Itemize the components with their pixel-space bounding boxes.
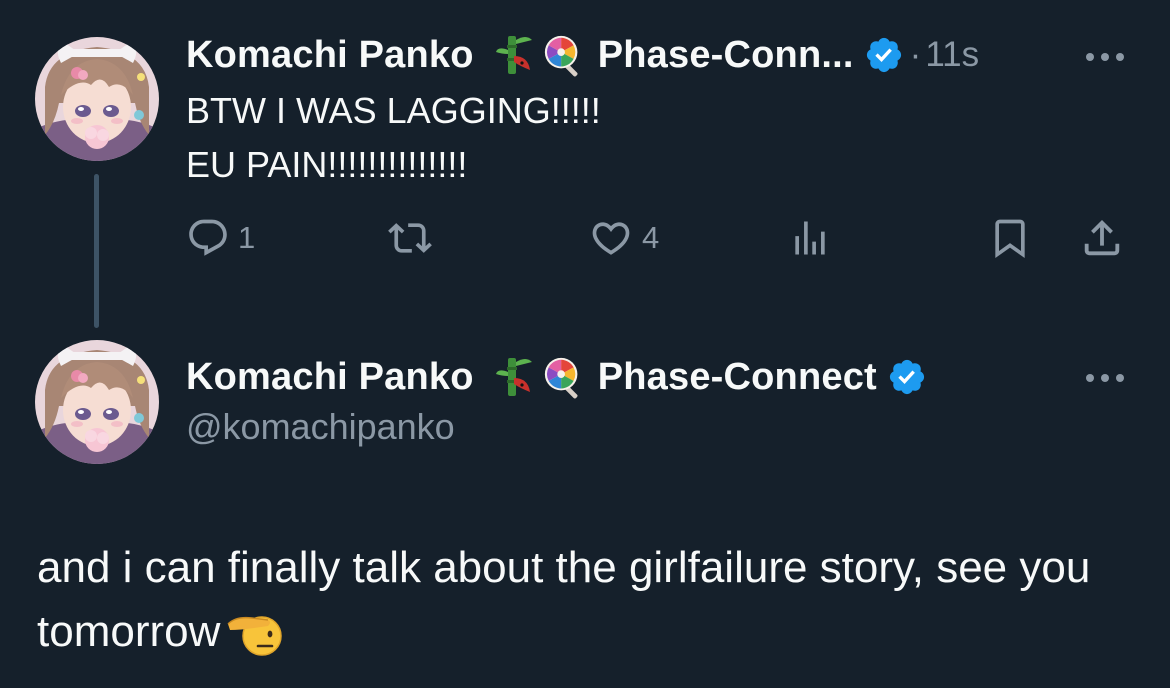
user-handle[interactable]: @komachipanko bbox=[186, 406, 455, 448]
name-suffix[interactable]: Phase-Conn... bbox=[598, 34, 854, 77]
share-button[interactable] bbox=[1078, 215, 1126, 261]
reply-count: 1 bbox=[238, 220, 256, 255]
main-tweet-header: Komachi Panko Phase-Connect bbox=[186, 352, 927, 402]
like-button[interactable]: 4 bbox=[588, 215, 659, 261]
verified-badge-icon bbox=[864, 35, 904, 75]
retweet-icon bbox=[388, 223, 432, 253]
like-count: 4 bbox=[642, 220, 660, 255]
saluting-face-emoji bbox=[226, 606, 283, 656]
reply-button[interactable]: 1 bbox=[186, 215, 255, 261]
name-suffix[interactable]: Phase-Connect bbox=[598, 356, 877, 399]
verified-badge-icon bbox=[887, 357, 927, 397]
more-icon[interactable] bbox=[1082, 368, 1128, 388]
tweet-text: and i can finally talk about the girlfai… bbox=[37, 536, 1147, 664]
timestamp[interactable]: 11s bbox=[925, 35, 979, 75]
retweet-button[interactable] bbox=[386, 215, 434, 261]
bookmark-button[interactable] bbox=[988, 215, 1032, 261]
lollipop-emoji bbox=[542, 32, 584, 78]
share-icon bbox=[1084, 219, 1120, 256]
tweet-text: BTW I WAS LAGGING!!!!! EU PAIN!!!!!!!!!!!… bbox=[186, 84, 601, 192]
thread-line bbox=[94, 174, 99, 328]
lollipop-emoji bbox=[542, 354, 584, 400]
like-icon bbox=[592, 222, 630, 255]
more-icon[interactable] bbox=[1082, 47, 1128, 67]
reply-icon bbox=[189, 219, 227, 256]
tweet-text-body: and i can finally talk about the girlfai… bbox=[37, 543, 1091, 656]
views-button[interactable] bbox=[788, 215, 832, 261]
display-name[interactable]: Komachi Panko bbox=[186, 34, 474, 77]
views-icon bbox=[795, 221, 825, 255]
tweet-text-line: EU PAIN!!!!!!!!!!!!!! bbox=[186, 144, 468, 185]
display-name[interactable]: Komachi Panko bbox=[186, 356, 474, 399]
reply-tweet-header: Komachi Panko Phase-Conn... · 11s bbox=[186, 30, 979, 80]
bookmark-icon bbox=[995, 219, 1025, 259]
tweet-text-line: BTW I WAS LAGGING!!!!! bbox=[186, 90, 601, 131]
avatar[interactable] bbox=[35, 340, 159, 464]
separator: · bbox=[909, 35, 922, 74]
bamboo-emoji bbox=[494, 354, 536, 400]
bamboo-emoji bbox=[494, 32, 536, 78]
avatar[interactable] bbox=[35, 37, 159, 161]
